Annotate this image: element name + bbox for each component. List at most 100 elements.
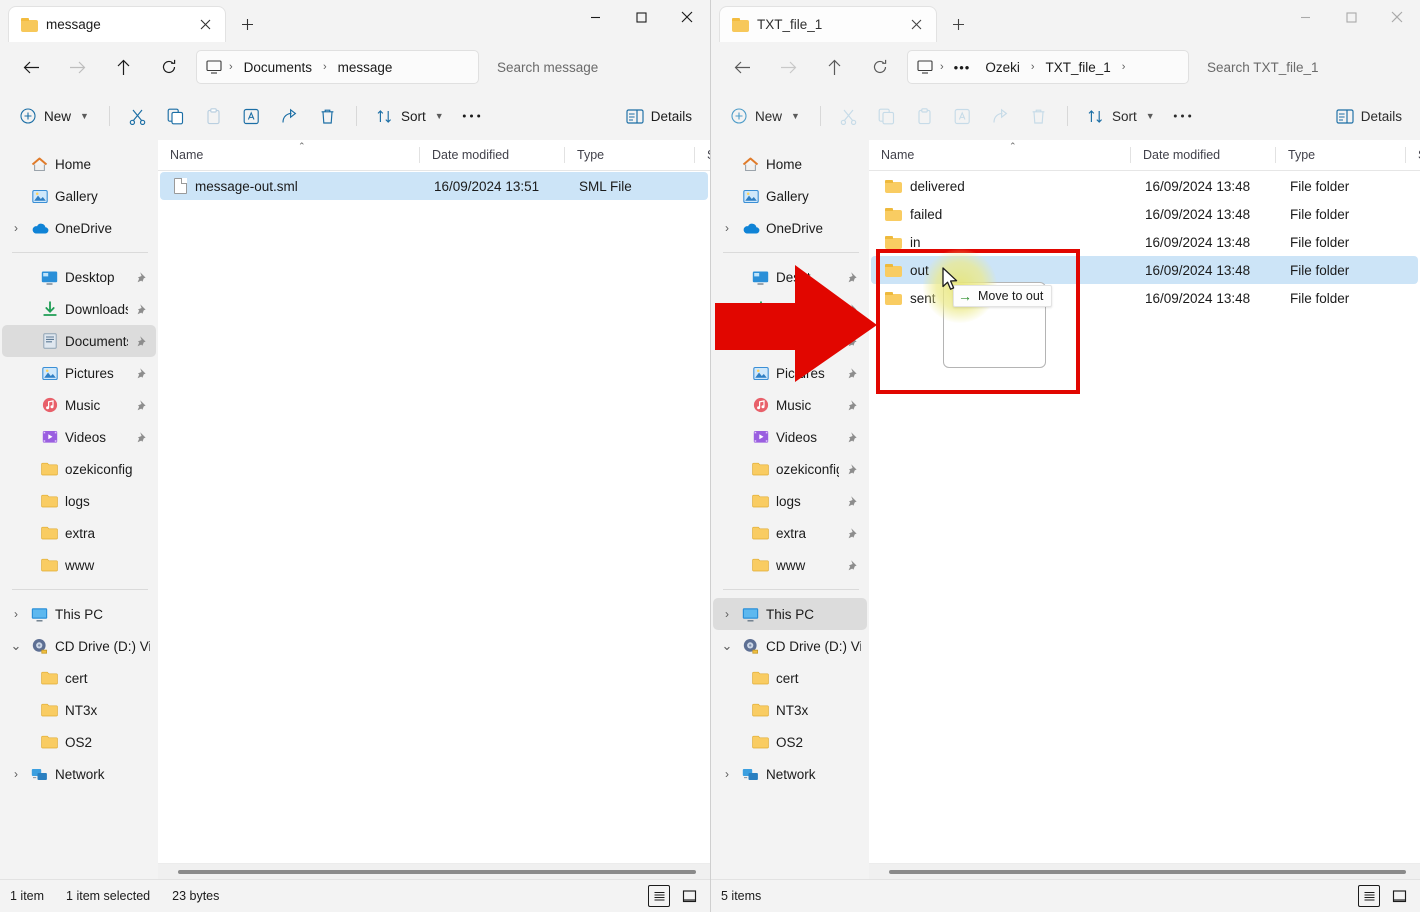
- sidebar-item-logs[interactable]: logs: [2, 485, 156, 517]
- sidebar-item-desktop[interactable]: Desktop: [2, 261, 156, 293]
- sidebar-item-ozekiconfig[interactable]: ozekiconfig: [713, 453, 867, 485]
- refresh-icon[interactable]: [152, 50, 186, 84]
- sidebar-item-down[interactable]: Down: [713, 293, 867, 325]
- sidebar-item-onedrive[interactable]: › OneDrive: [713, 212, 867, 244]
- sidebar-item-extra[interactable]: extra: [2, 517, 156, 549]
- right-file-list[interactable]: delivered 16/09/2024 13:48 File folder fail…: [869, 171, 1420, 863]
- sidebar-item-home[interactable]: Home: [713, 148, 867, 180]
- sidebar-item-downloads[interactable]: Downloads: [2, 293, 156, 325]
- pin-icon[interactable]: [845, 527, 861, 539]
- breadcrumb-trailing-chevron[interactable]: ›: [1120, 61, 1128, 73]
- refresh-icon[interactable]: [863, 50, 897, 84]
- column-header-type[interactable]: Type: [565, 140, 695, 170]
- rename-button[interactable]: [234, 100, 270, 132]
- chevron-right-icon[interactable]: ›: [719, 607, 735, 621]
- breadcrumb-item-message[interactable]: message: [331, 57, 400, 78]
- scrollbar-thumb[interactable]: [889, 870, 1406, 874]
- new-tab-button[interactable]: [232, 9, 262, 39]
- table-row[interactable]: in 16/09/2024 13:48 File folder: [871, 228, 1418, 256]
- chevron-right-icon[interactable]: ›: [8, 221, 24, 235]
- pin-icon[interactable]: [134, 399, 150, 411]
- pin-icon[interactable]: [845, 495, 861, 507]
- column-header-date[interactable]: Date modified: [420, 140, 565, 170]
- see-more-button[interactable]: [454, 100, 490, 132]
- pin-icon[interactable]: [845, 303, 861, 315]
- this-pc-icon[interactable]: [203, 56, 225, 78]
- sidebar-item-network[interactable]: › Network: [2, 758, 156, 790]
- new-tab-button[interactable]: [943, 9, 973, 39]
- cut-button[interactable]: [120, 100, 156, 132]
- left-tab-message[interactable]: message: [8, 6, 226, 42]
- maximize-icon[interactable]: [1328, 0, 1374, 34]
- breadcrumb-overflow-icon[interactable]: •••: [948, 60, 977, 75]
- details-view-icon[interactable]: [648, 885, 670, 907]
- column-header-date[interactable]: Date modified: [1131, 140, 1276, 170]
- delete-button[interactable]: [310, 100, 346, 132]
- sidebar-item-videos[interactable]: Videos: [2, 421, 156, 453]
- pin-icon[interactable]: [845, 399, 861, 411]
- details-pane-button[interactable]: Details: [617, 100, 700, 132]
- large-icons-view-icon[interactable]: [678, 885, 700, 907]
- sidebar-item-www[interactable]: www: [713, 549, 867, 581]
- sidebar-item-ozekiconfig[interactable]: ozekiconfig: [2, 453, 156, 485]
- table-row[interactable]: out 16/09/2024 13:48 File folder: [871, 256, 1418, 284]
- pin-icon[interactable]: [845, 367, 861, 379]
- right-tab-txt-file-1[interactable]: TXT_file_1: [719, 6, 937, 42]
- up-arrow-icon[interactable]: [106, 50, 140, 84]
- details-pane-button[interactable]: Details: [1327, 100, 1410, 132]
- minimize-icon[interactable]: [1282, 0, 1328, 34]
- sidebar-item-home[interactable]: Home: [2, 148, 156, 180]
- left-horizontal-scrollbar[interactable]: [158, 863, 710, 879]
- column-header-type[interactable]: Type: [1276, 140, 1406, 170]
- minimize-icon[interactable]: [572, 0, 618, 34]
- sidebar-item-this-pc[interactable]: › This PC: [2, 598, 156, 630]
- sidebar-item-music[interactable]: Music: [713, 389, 867, 421]
- sidebar-item-logs[interactable]: logs: [713, 485, 867, 517]
- chevron-down-icon[interactable]: ⌄: [8, 638, 24, 654]
- sidebar-item-nt3x[interactable]: NT3x: [2, 694, 156, 726]
- sidebar-item-docu[interactable]: Docu: [713, 325, 867, 357]
- large-icons-view-icon[interactable]: [1388, 885, 1410, 907]
- sidebar-item-cert[interactable]: cert: [713, 662, 867, 694]
- sidebar-item-pictures[interactable]: Pictures: [713, 357, 867, 389]
- close-icon[interactable]: [1374, 0, 1420, 34]
- sidebar-item-documents[interactable]: Documents: [2, 325, 156, 357]
- table-row[interactable]: message-out.sml 16/09/2024 13:51 SML File: [160, 172, 708, 200]
- right-breadcrumb[interactable]: › ••• Ozeki › TXT_file_1 ›: [907, 50, 1189, 84]
- sidebar-item-os2[interactable]: OS2: [2, 726, 156, 758]
- pin-icon[interactable]: [134, 367, 150, 379]
- sort-button[interactable]: Sort ▼: [1078, 100, 1163, 132]
- left-file-list[interactable]: message-out.sml 16/09/2024 13:51 SML File: [158, 171, 710, 863]
- sidebar-item-network[interactable]: › Network: [713, 758, 867, 790]
- chevron-down-icon[interactable]: ⌄: [719, 638, 735, 654]
- sidebar-item-cd-drive-d-virtua[interactable]: ⌄ CD Drive (D:) Virtua: [713, 630, 867, 662]
- chevron-right-icon[interactable]: ›: [719, 221, 735, 235]
- pin-icon[interactable]: [845, 559, 861, 571]
- sidebar-item-nt3x[interactable]: NT3x: [713, 694, 867, 726]
- sidebar-item-cd-drive-d-virtua[interactable]: ⌄ CD Drive (D:) Virtua: [2, 630, 156, 662]
- left-search-input[interactable]: Search message: [487, 50, 702, 84]
- close-icon[interactable]: [193, 13, 217, 37]
- chevron-right-icon[interactable]: ›: [719, 767, 735, 781]
- pin-icon[interactable]: [134, 303, 150, 315]
- new-button[interactable]: New ▼: [10, 100, 99, 132]
- breadcrumb-item-ozeki[interactable]: Ozeki: [978, 57, 1027, 78]
- table-row[interactable]: sent 16/09/2024 13:48 File folder: [871, 284, 1418, 312]
- up-arrow-icon[interactable]: [817, 50, 851, 84]
- pin-icon[interactable]: [134, 335, 150, 347]
- sidebar-item-pictures[interactable]: Pictures: [2, 357, 156, 389]
- pin-icon[interactable]: [845, 431, 861, 443]
- see-more-button[interactable]: [1165, 100, 1201, 132]
- chevron-right-icon[interactable]: ›: [8, 767, 24, 781]
- back-arrow-icon[interactable]: [14, 50, 48, 84]
- table-row[interactable]: failed 16/09/2024 13:48 File folder: [871, 200, 1418, 228]
- left-navigation-pane[interactable]: Home Gallery › OneDrive Desktop Downloads Docu…: [0, 140, 158, 879]
- maximize-icon[interactable]: [618, 0, 664, 34]
- column-header-name[interactable]: Name ⌃: [158, 140, 420, 170]
- pin-icon[interactable]: [845, 463, 861, 475]
- breadcrumb-item-documents[interactable]: Documents: [237, 57, 319, 78]
- sidebar-item-music[interactable]: Music: [2, 389, 156, 421]
- this-pc-icon[interactable]: [914, 56, 936, 78]
- pin-icon[interactable]: [134, 271, 150, 283]
- details-view-icon[interactable]: [1358, 885, 1380, 907]
